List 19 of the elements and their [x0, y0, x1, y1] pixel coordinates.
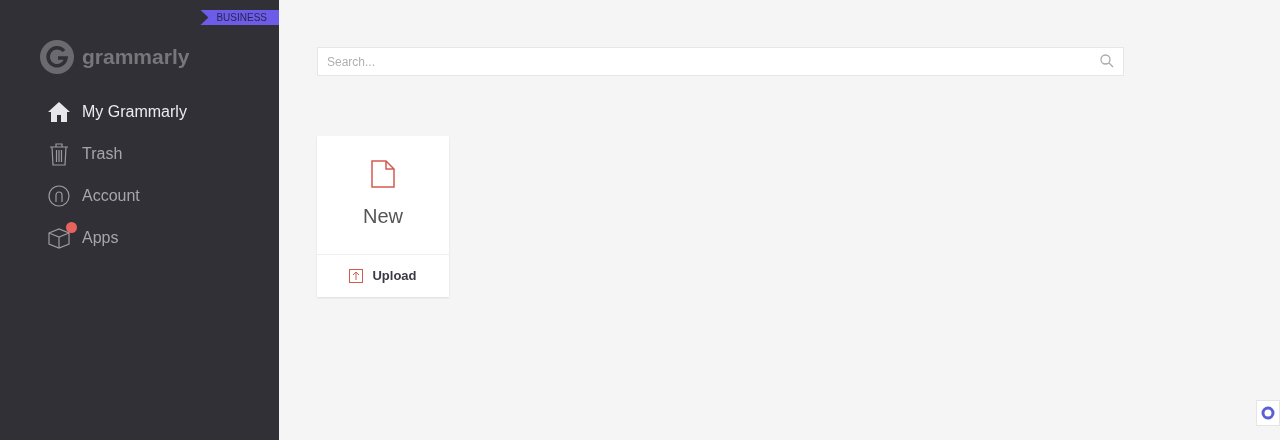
ring-icon: [1261, 406, 1275, 420]
nav-item[interactable]: Apps: [47, 222, 279, 254]
home-icon: [47, 101, 71, 123]
account-icon: [48, 185, 70, 207]
nav-item[interactable]: Trash: [47, 138, 279, 170]
upload-button[interactable]: Upload: [317, 254, 449, 297]
assistant-button[interactable]: [1256, 400, 1280, 426]
box-icon: [47, 226, 71, 250]
nav-item[interactable]: My Grammarly: [47, 96, 279, 128]
logo-icon: [40, 40, 74, 74]
logo-text: grammarly: [82, 44, 190, 71]
new-button[interactable]: New: [317, 136, 449, 254]
plan-badge: BUSINESS: [200, 10, 279, 25]
upload-icon: [349, 269, 364, 283]
search-field[interactable]: Search...: [317, 47, 1124, 76]
nav-item[interactable]: Account: [47, 180, 279, 212]
search-icon: [1100, 54, 1114, 68]
document-icon: [370, 159, 396, 189]
trash-icon: [49, 142, 69, 166]
